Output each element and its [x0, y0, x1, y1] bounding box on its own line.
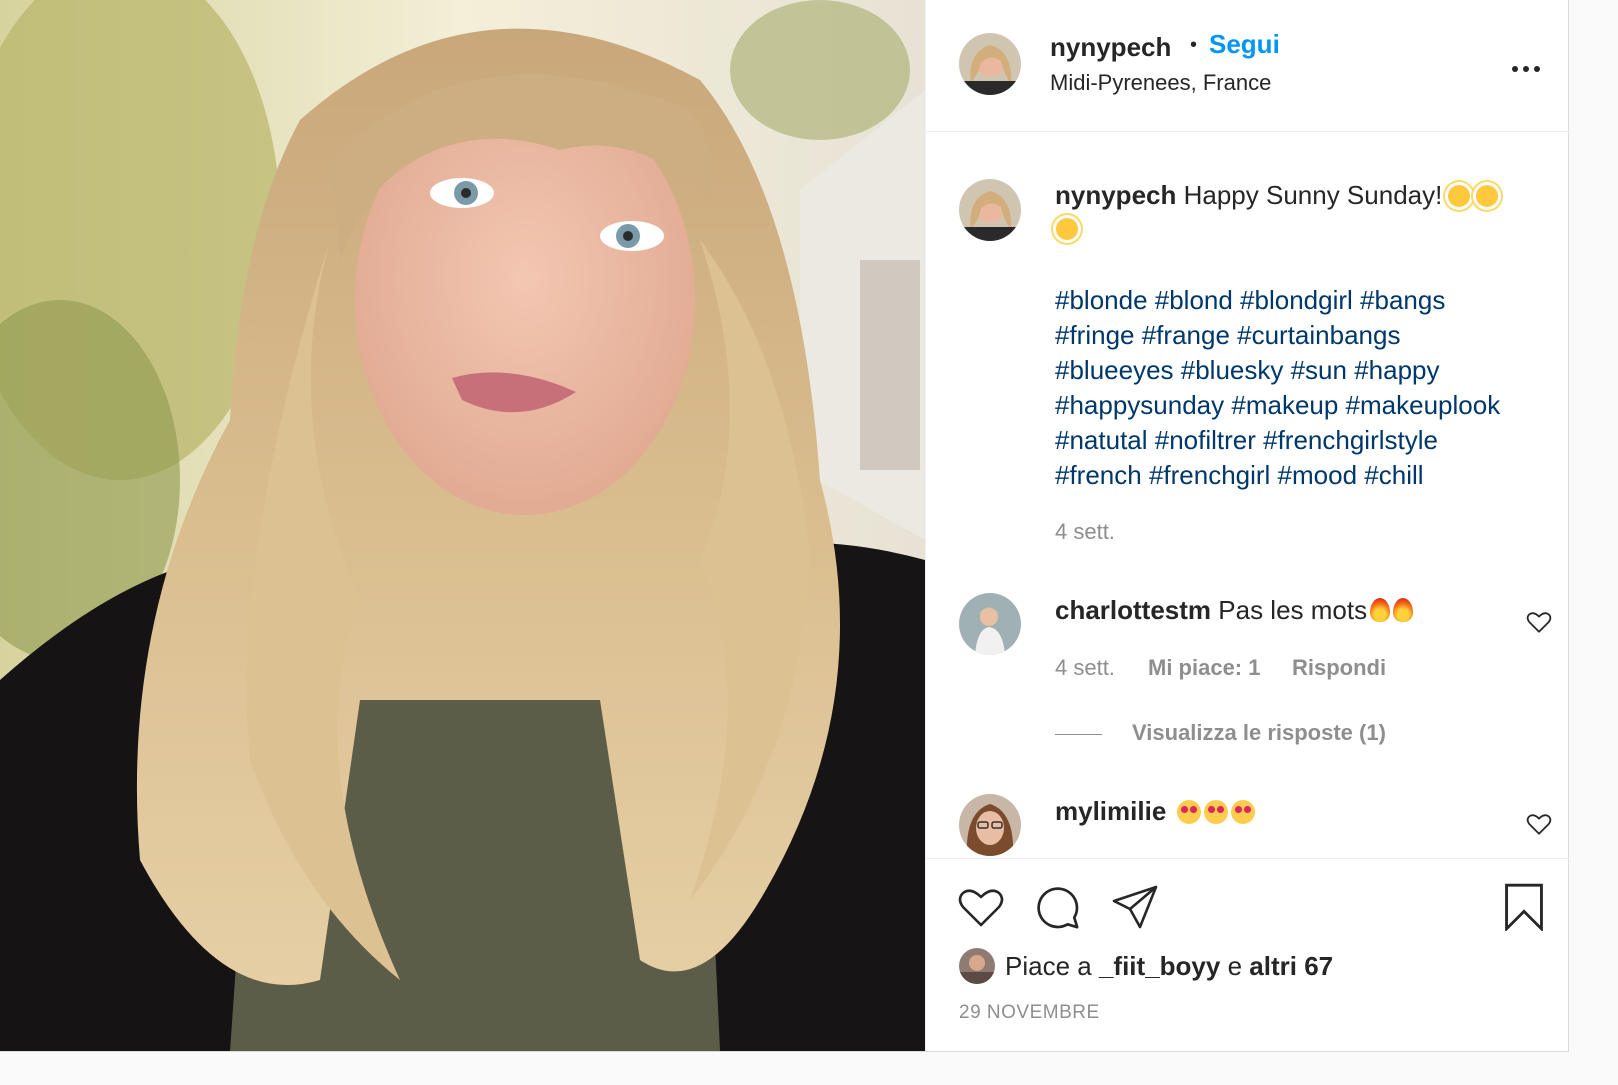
comment-timestamp[interactable]: 4 sett.	[1055, 655, 1115, 681]
comment-text: Pas les mots	[1218, 595, 1368, 625]
author-avatar-image	[959, 33, 1021, 95]
sun-emoji	[1448, 185, 1471, 207]
commenter-avatar[interactable]	[959, 794, 1021, 856]
author-username[interactable]: nynypech	[1050, 32, 1171, 63]
caption-hashtags: #blonde #blond #blondgirl #bangs #fringe…	[1055, 283, 1500, 493]
hashtag-line[interactable]: #happysunday #makeup #makeuplook	[1055, 388, 1500, 423]
fire-emoji	[1393, 598, 1414, 622]
hashtag-line[interactable]: #blonde #blond #blondgirl #bangs	[1055, 283, 1500, 318]
view-replies-button[interactable]: Visualizza le risposte (1)	[1132, 720, 1386, 746]
caption-emoji-line	[1050, 218, 1078, 242]
post-header: nynypech • Segui Midi-Pyrenees, France	[926, 0, 1569, 132]
commenter-avatar-image	[959, 593, 1021, 655]
post-photo[interactable]	[0, 0, 925, 1051]
post-date[interactable]: 29 NOVEMBRE	[959, 1002, 1100, 1024]
comment-reply-button[interactable]: Rispondi	[1292, 655, 1386, 681]
save-bookmark-icon[interactable]	[1502, 883, 1546, 933]
follow-button[interactable]: Segui	[1209, 29, 1280, 60]
heart-eyes-emoji	[1203, 800, 1228, 824]
caption-avatar-image	[959, 179, 1021, 241]
caption-username[interactable]: nynypech	[1055, 180, 1176, 210]
sun-emoji	[1056, 218, 1078, 240]
commenter-avatar-image	[959, 794, 1021, 856]
caption-text: Happy Sunny Sunday!	[1183, 180, 1443, 210]
separator-dot: •	[1190, 34, 1198, 56]
replies-divider	[1055, 734, 1102, 735]
comment-likes[interactable]: Mi piace: 1	[1148, 655, 1260, 681]
selfie-photo	[0, 0, 925, 1051]
liker-avatar-image	[959, 948, 995, 984]
comment-body: mylimilie	[1055, 796, 1255, 827]
comment-like-heart-icon[interactable]	[1526, 610, 1552, 634]
share-paper-plane-icon[interactable]	[1112, 885, 1160, 929]
likes-summary: Piace a _fiit_boyy e altri 67	[1005, 951, 1333, 982]
liker-avatar[interactable]	[959, 948, 995, 984]
liked-by-username[interactable]: _fiit_boyy	[1099, 951, 1220, 981]
heart-eyes-emoji	[1176, 800, 1201, 824]
hashtag-line[interactable]: #blueeyes #bluesky #sun #happy	[1055, 353, 1500, 388]
hashtag-line[interactable]: #french #frenchgirl #mood #chill	[1055, 458, 1500, 493]
likes-prefix: Piace a	[1005, 951, 1092, 981]
caption-first-line: nynypech Happy Sunny Sunday!	[1055, 180, 1499, 211]
comment-like-heart-icon[interactable]	[1526, 812, 1552, 836]
sun-emoji	[1476, 185, 1499, 207]
comment-username[interactable]: charlottestm	[1055, 595, 1211, 625]
like-heart-icon[interactable]	[957, 885, 1005, 929]
commenter-avatar[interactable]	[959, 593, 1021, 655]
caption-avatar[interactable]	[959, 179, 1021, 241]
comments-scroll-area[interactable]: nynypech Happy Sunny Sunday! #blonde #bl…	[926, 132, 1569, 858]
post-dialog: nynypech • Segui Midi-Pyrenees, France n…	[0, 0, 1569, 1052]
likes-others-link[interactable]: altri 67	[1249, 951, 1333, 981]
post-side-panel: nynypech • Segui Midi-Pyrenees, France n…	[925, 0, 1569, 1051]
author-avatar[interactable]	[959, 33, 1021, 95]
comment-username[interactable]: mylimilie	[1055, 796, 1166, 826]
fire-emoji	[1370, 598, 1391, 622]
post-actions: Piace a _fiit_boyy e altri 67 29 NOVEMBR…	[926, 858, 1569, 1052]
caption-timestamp[interactable]: 4 sett.	[1055, 519, 1115, 545]
heart-eyes-emoji	[1230, 800, 1255, 824]
hashtag-line[interactable]: #fringe #frange #curtainbangs	[1055, 318, 1500, 353]
hashtag-line[interactable]: #natutal #nofiltrer #frenchgirlstyle	[1055, 423, 1500, 458]
post-location[interactable]: Midi-Pyrenees, France	[1050, 70, 1271, 96]
likes-connector: e	[1227, 951, 1243, 981]
comment-body: charlottestm Pas les mots	[1055, 595, 1414, 626]
more-options-icon[interactable]	[1511, 60, 1541, 72]
comment-bubble-icon[interactable]	[1035, 885, 1081, 931]
